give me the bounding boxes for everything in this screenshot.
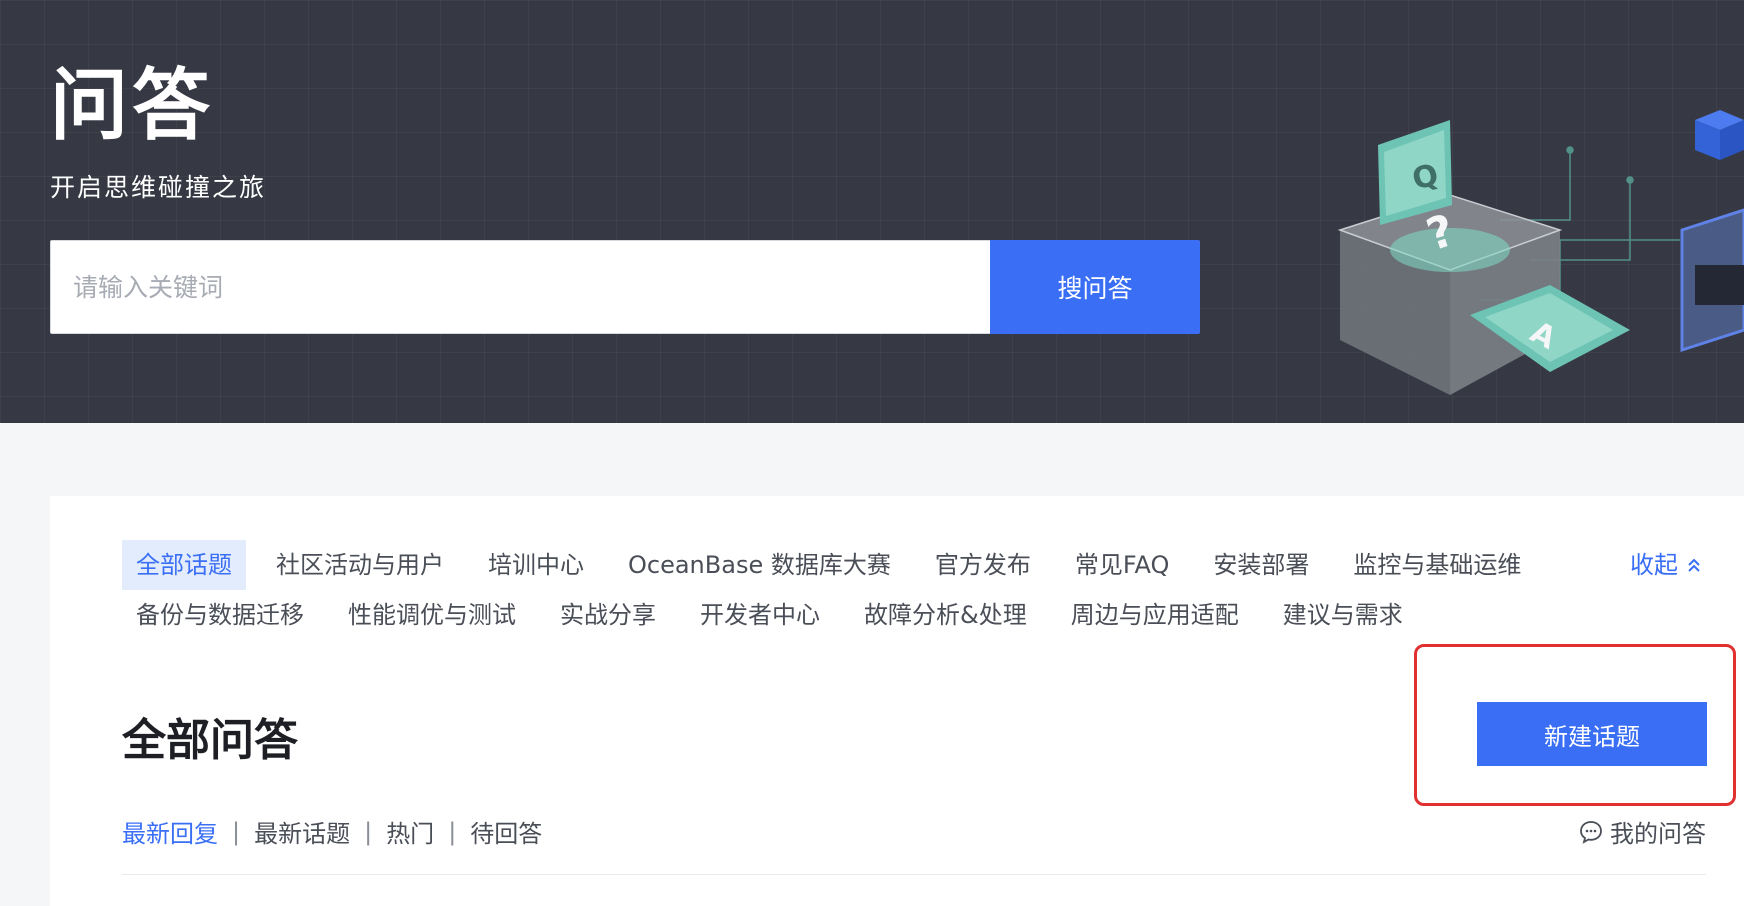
sort-tab[interactable]: 热门: [386, 814, 434, 849]
collapse-topics-button[interactable]: 收起: [1630, 540, 1702, 590]
topic-tag[interactable]: 官方发布: [921, 540, 1045, 590]
topic-tag[interactable]: 备份与数据迁移: [122, 590, 318, 640]
section-title: 全部问答: [122, 715, 298, 766]
tab-separator: |: [364, 817, 373, 846]
tab-separator: |: [232, 817, 241, 846]
collapse-label: 收起: [1630, 551, 1678, 579]
topic-tag[interactable]: 开发者中心: [686, 590, 834, 640]
sort-tab[interactable]: 待回答: [470, 814, 542, 849]
hero-banner: 问答 开启思维碰撞之旅 搜问答 Q ? A: [0, 0, 1744, 423]
page-title: 问答: [50, 61, 215, 151]
search-bar: 搜问答: [50, 240, 1200, 334]
topic-row-1: 全部话题 社区活动与用户 培训中心 OceanBase 数据库大赛 官方发布 常见FAQ 安…: [122, 540, 1702, 590]
topic-tag[interactable]: 社区活动与用户: [262, 540, 458, 590]
my-questions-label: 我的问答: [1610, 820, 1706, 848]
topic-tag[interactable]: 全部话题: [122, 540, 246, 590]
topic-tag[interactable]: 常见FAQ: [1061, 540, 1184, 590]
topic-tag[interactable]: 监控与基础运维: [1339, 540, 1535, 590]
search-button[interactable]: 搜问答: [990, 240, 1200, 334]
topic-tag[interactable]: 建议与需求: [1269, 590, 1417, 640]
chevron-up-double-icon: [1688, 558, 1700, 572]
sort-tab[interactable]: 最新回复: [122, 814, 218, 849]
search-input[interactable]: [50, 240, 990, 334]
topic-tag[interactable]: 故障分析&处理: [850, 590, 1041, 640]
topic-tag[interactable]: OceanBase 数据库大赛: [614, 540, 905, 590]
highlight-box: 新建话题: [1414, 644, 1736, 806]
new-topic-button[interactable]: 新建话题: [1477, 702, 1707, 766]
page-subtitle: 开启思维碰撞之旅: [50, 173, 267, 202]
sort-tabs: 最新回复 | 最新话题 | 热门 | 待回答: [122, 814, 542, 849]
topic-row-2: 备份与数据迁移 性能调优与测试 实战分享 开发者中心 故障分析&处理 周边与应用适配 建议与…: [122, 590, 1702, 640]
qa-content-card: 全部话题 社区活动与用户 培训中心 OceanBase 数据库大赛 官方发布 常见FAQ 安…: [50, 496, 1744, 906]
qa-box-illustration: Q ? A: [1337, 110, 1744, 395]
topic-tag[interactable]: 安装部署: [1199, 540, 1323, 590]
topic-tag[interactable]: 实战分享: [546, 590, 670, 640]
topic-tag[interactable]: 性能调优与测试: [334, 590, 530, 640]
topic-filter: 全部话题 社区活动与用户 培训中心 OceanBase 数据库大赛 官方发布 常见FAQ 安…: [122, 540, 1702, 640]
topic-tag[interactable]: 周边与应用适配: [1057, 590, 1253, 640]
my-questions-link[interactable]: 我的问答: [1578, 814, 1706, 849]
sort-tab[interactable]: 最新话题: [254, 814, 350, 849]
list-divider: [122, 874, 1706, 875]
topic-tag[interactable]: 培训中心: [474, 540, 598, 590]
tab-separator: |: [448, 817, 457, 846]
chat-bubble-icon: [1580, 820, 1602, 844]
